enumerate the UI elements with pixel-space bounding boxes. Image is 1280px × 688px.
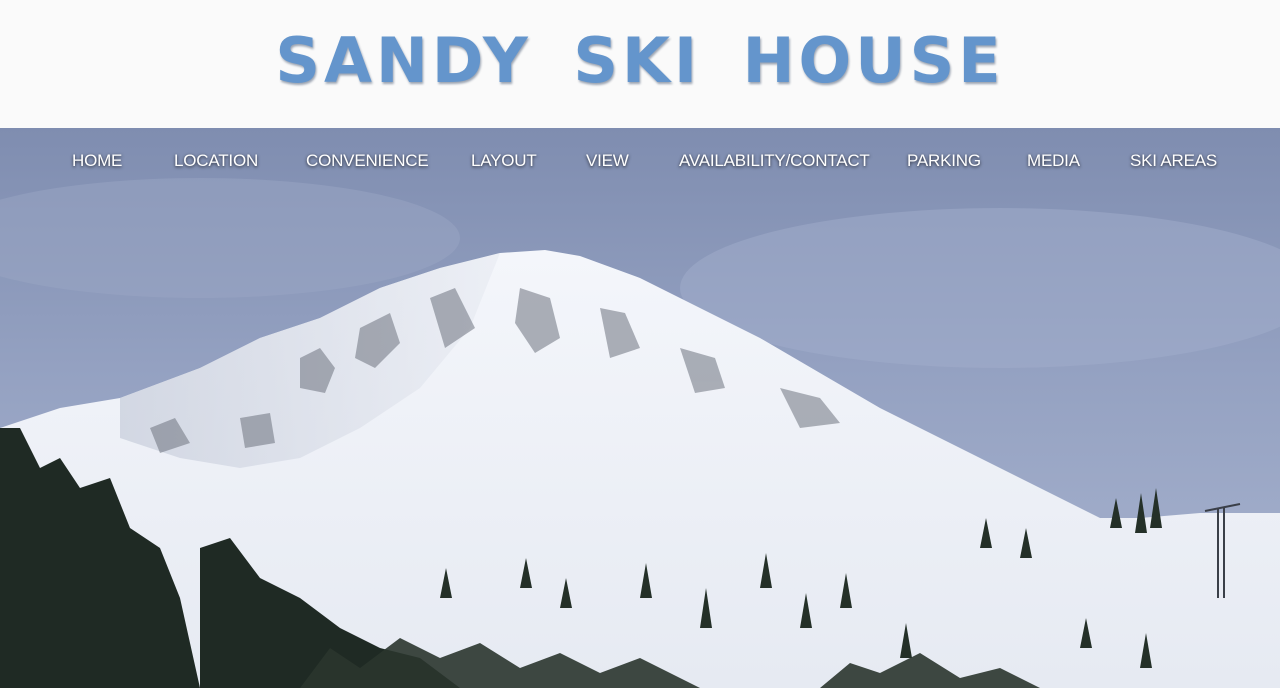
nav-availability-contact[interactable]: AVAILABILITY/CONTACT — [679, 145, 870, 177]
nav-location[interactable]: LOCATION — [174, 145, 258, 177]
nav-view[interactable]: VIEW — [586, 145, 629, 177]
nav-ski-areas[interactable]: SKI AREAS — [1130, 145, 1217, 177]
site-header: SANDY SKI HOUSE — [0, 0, 1280, 128]
main-nav: HOME LOCATION CONVENIENCE LAYOUT VIEW AV… — [0, 145, 1280, 177]
nav-media[interactable]: MEDIA — [1027, 145, 1080, 177]
hero-mountain-image — [0, 128, 1280, 688]
nav-convenience[interactable]: CONVENIENCE — [306, 145, 429, 177]
nav-layout[interactable]: LAYOUT — [471, 145, 537, 177]
nav-parking[interactable]: PARKING — [907, 145, 981, 177]
nav-home[interactable]: HOME — [72, 145, 122, 177]
site-title[interactable]: SANDY SKI HOUSE — [0, 24, 1280, 97]
mountain-photo — [0, 128, 1280, 688]
